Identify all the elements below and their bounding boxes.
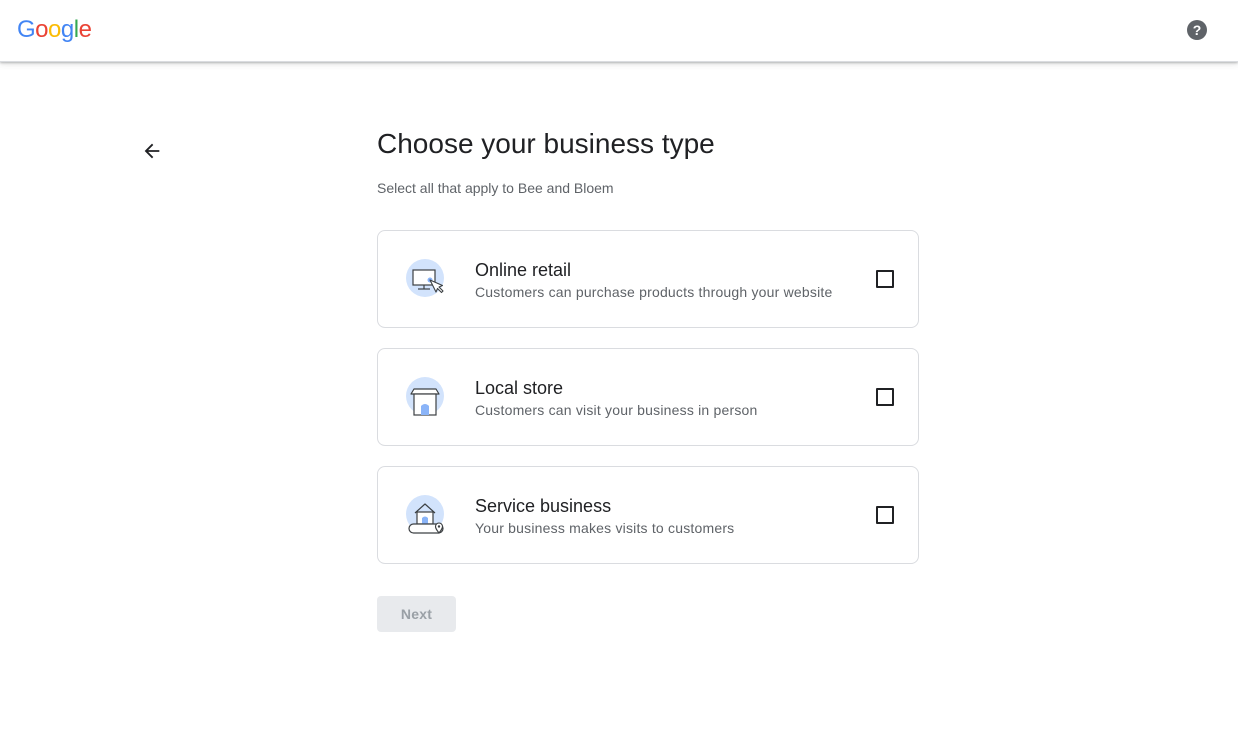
page-title: Choose your business type bbox=[377, 128, 715, 159]
next-button[interactable]: Next bbox=[377, 596, 456, 632]
logo-letter: o bbox=[35, 16, 49, 43]
option-title: Service business bbox=[475, 496, 612, 516]
top-bar: Google ? bbox=[0, 0, 1238, 62]
option-title: Local store bbox=[475, 378, 564, 398]
online-retail-icon bbox=[406, 259, 448, 301]
local-store-icon bbox=[406, 377, 448, 419]
option-checkbox[interactable] bbox=[876, 270, 894, 288]
option-checkbox[interactable] bbox=[876, 388, 894, 406]
option-title: Online retail bbox=[475, 260, 572, 280]
option-description: Your business makes visits to customers bbox=[475, 520, 735, 536]
arrow-back-icon[interactable] bbox=[141, 140, 163, 162]
option-description: Customers can purchase products through … bbox=[475, 284, 833, 300]
option-checkbox[interactable] bbox=[876, 506, 894, 524]
page-subtitle: Select all that apply to Bee and Bloem bbox=[377, 180, 614, 196]
logo-letter: G bbox=[17, 16, 36, 43]
option-description: Customers can visit your business in per… bbox=[475, 402, 758, 418]
logo-letter: g bbox=[60, 16, 74, 43]
option-local-store[interactable]: Local store Customers can visit your bus… bbox=[377, 348, 919, 446]
option-service-business[interactable]: Service business Your business makes vis… bbox=[377, 466, 919, 564]
help-icon[interactable]: ? bbox=[1187, 20, 1207, 40]
logo-letter: e bbox=[78, 16, 92, 43]
option-online-retail[interactable]: Online retail Customers can purchase pro… bbox=[377, 230, 919, 328]
google-logo[interactable]: Google bbox=[17, 15, 92, 45]
service-business-icon bbox=[406, 495, 448, 537]
logo-letter: o bbox=[48, 16, 61, 43]
